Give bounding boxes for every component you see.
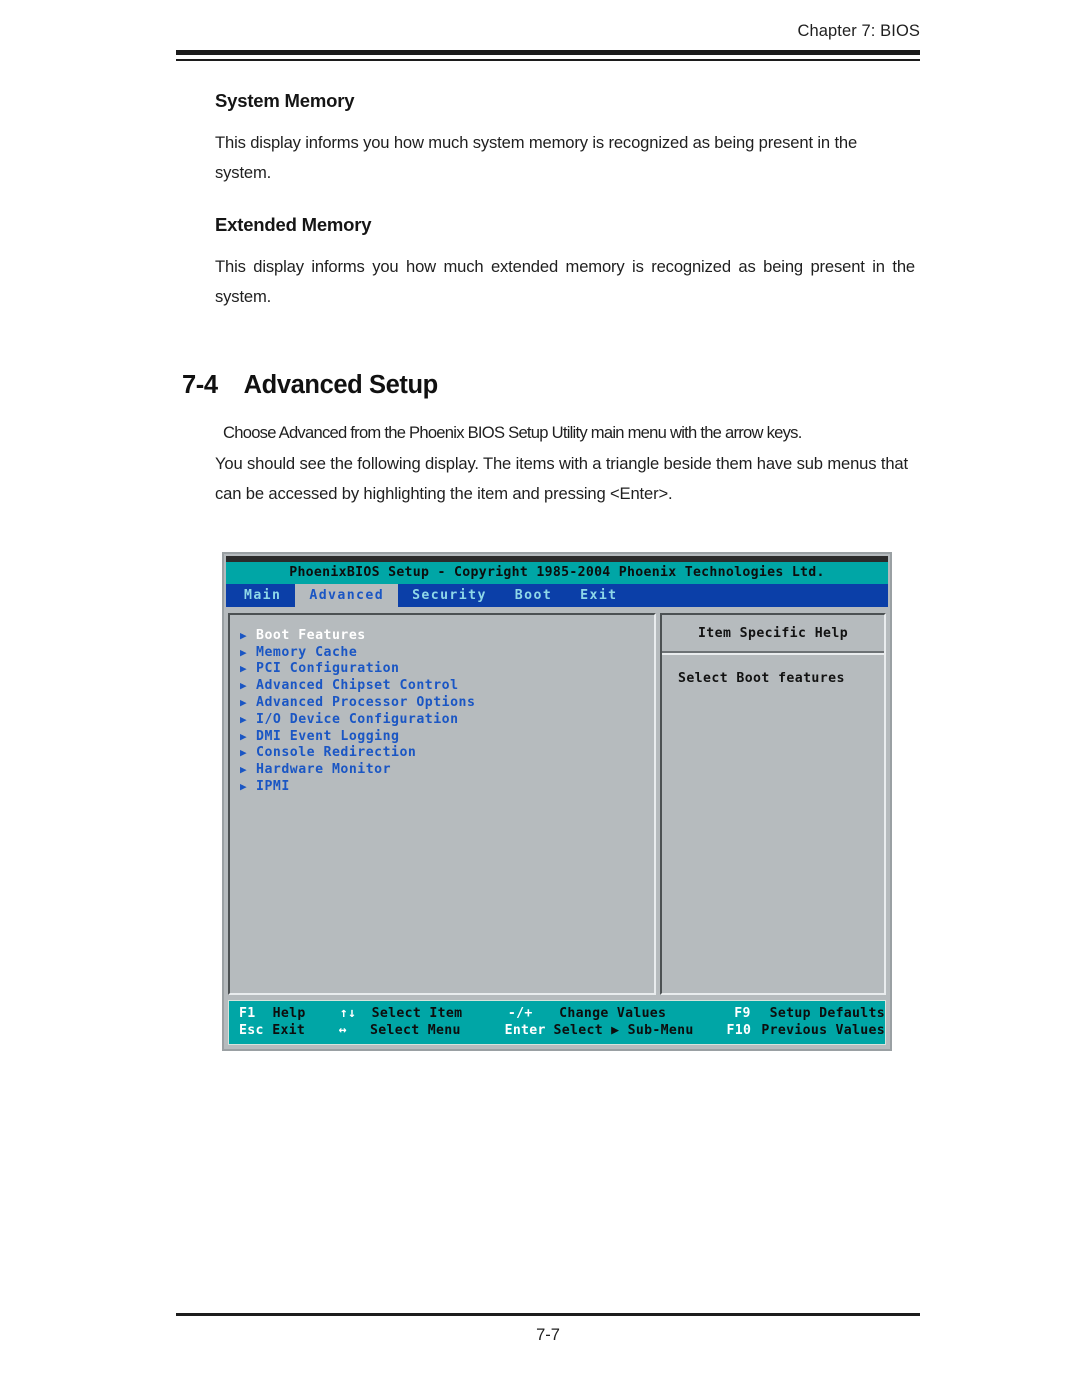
key-f9: F9 bbox=[734, 1006, 751, 1021]
section-paragraph: Choose Advanced from the Phoenix BIOS Se… bbox=[215, 418, 915, 510]
menu-item-label: Memory Cache bbox=[256, 644, 358, 660]
leftright-arrow-icon: ↔ bbox=[338, 1023, 347, 1038]
submenu-triangle-icon: ▶ bbox=[240, 780, 248, 794]
menu-item-advanced-processor-options[interactable]: ▶ Advanced Processor Options bbox=[240, 694, 654, 711]
header-rule-thick bbox=[176, 50, 920, 55]
menu-item-boot-features[interactable]: ▶ Boot Features bbox=[240, 627, 654, 644]
submenu-triangle-icon: ▶ bbox=[240, 712, 248, 726]
bios-menu-bar: Main Advanced Security Boot Exit bbox=[226, 584, 888, 607]
heading-extended-memory: Extended Memory bbox=[215, 214, 372, 235]
header-rule-thin bbox=[176, 59, 920, 61]
menu-item-label: Console Redirection bbox=[256, 745, 417, 761]
tab-main[interactable]: Main bbox=[226, 584, 295, 607]
tab-advanced[interactable]: Advanced bbox=[295, 584, 399, 607]
paragraph-system-memory: This display informs you how much system… bbox=[215, 133, 858, 182]
menu-item-ipmi[interactable]: ▶ IPMI bbox=[240, 778, 654, 795]
action-help: Help bbox=[272, 1006, 306, 1021]
running-head: Chapter 7: BIOS bbox=[797, 22, 920, 40]
paragraph-extended-memory: This display informs you how much extend… bbox=[215, 257, 915, 306]
tab-security[interactable]: Security bbox=[398, 584, 501, 607]
action-previous-values: Previous Values bbox=[761, 1023, 885, 1038]
menu-item-io-device-configuration[interactable]: ▶ I/O Device Configuration bbox=[240, 711, 654, 728]
menu-item-console-redirection[interactable]: ▶ Console Redirection bbox=[240, 745, 654, 762]
menu-item-label: Hardware Monitor bbox=[256, 762, 392, 778]
menu-item-label: I/O Device Configuration bbox=[256, 711, 459, 727]
bios-title-bar: PhoenixBIOS Setup - Copyright 1985-2004 … bbox=[226, 562, 888, 584]
action-change-values: Change Values bbox=[559, 1006, 667, 1021]
key-legend-row-2: Esc Exit ↔ Select Menu Enter Select ▶ Su… bbox=[229, 1022, 885, 1039]
help-pane-title: Item Specific Help bbox=[662, 615, 884, 653]
submenu-triangle-icon: ▶ bbox=[240, 763, 248, 777]
submenu-triangle-icon: ▶ bbox=[240, 628, 248, 642]
submenu-triangle-icon: ▶ bbox=[240, 645, 248, 659]
key-esc: Esc bbox=[239, 1023, 264, 1038]
bios-setup-screenshot: PhoenixBIOS Setup - Copyright 1985-2004 … bbox=[222, 552, 892, 1051]
menu-item-label: PCI Configuration bbox=[256, 661, 400, 677]
submenu-triangle-icon: ▶ bbox=[240, 662, 248, 676]
bios-help-pane: Item Specific Help Select Boot features bbox=[660, 613, 886, 995]
submenu-triangle-icon: ▶ bbox=[240, 696, 248, 710]
menu-item-advanced-chipset-control[interactable]: ▶ Advanced Chipset Control bbox=[240, 677, 654, 694]
heading-system-memory: System Memory bbox=[215, 90, 355, 111]
tab-exit[interactable]: Exit bbox=[566, 584, 631, 607]
page-header: Chapter 7: BIOS bbox=[176, 22, 920, 61]
menu-item-label: Advanced Chipset Control bbox=[256, 678, 459, 694]
section-title: Advanced Setup bbox=[243, 371, 439, 399]
bios-key-legend: F1 Help ↑↓ Select Item -/+ Change Values… bbox=[228, 1000, 886, 1045]
tab-boot[interactable]: Boot bbox=[501, 584, 566, 607]
action-select-item: Select Item bbox=[371, 1006, 463, 1021]
menu-item-label: DMI Event Logging bbox=[256, 728, 400, 744]
section-paragraph-line1: Choose Advanced from the Phoenix BIOS Se… bbox=[223, 423, 802, 442]
key-enter: Enter bbox=[504, 1023, 546, 1038]
key-legend-row-1: F1 Help ↑↓ Select Item -/+ Change Values… bbox=[229, 1005, 885, 1022]
action-setup-defaults: Setup Defaults bbox=[769, 1006, 886, 1021]
section-heading-advanced-setup: 7-4 Advanced Setup bbox=[182, 371, 438, 400]
menu-item-label: Boot Features bbox=[256, 627, 366, 643]
submenu-triangle-icon: ▶ bbox=[240, 729, 248, 743]
menu-item-label: IPMI bbox=[256, 779, 290, 795]
menu-item-dmi-event-logging[interactable]: ▶ DMI Event Logging bbox=[240, 728, 654, 745]
action-exit: Exit bbox=[272, 1023, 306, 1038]
menu-item-hardware-monitor[interactable]: ▶ Hardware Monitor bbox=[240, 761, 654, 778]
help-pane-text: Select Boot features bbox=[678, 671, 845, 686]
action-select-submenu: Select ▶ Sub-Menu bbox=[553, 1023, 694, 1038]
section-number: 7-4 bbox=[182, 371, 218, 399]
menu-item-pci-configuration[interactable]: ▶ PCI Configuration bbox=[240, 661, 654, 678]
bios-content-area: ▶ Boot Features ▶ Memory Cache ▶ PCI Con… bbox=[228, 613, 886, 995]
section-paragraph-rest: You should see the following display. Th… bbox=[215, 453, 908, 504]
page-number: 7-7 bbox=[536, 1326, 560, 1344]
menu-item-label: Advanced Processor Options bbox=[256, 695, 476, 711]
bios-options-pane: ▶ Boot Features ▶ Memory Cache ▶ PCI Con… bbox=[228, 613, 656, 995]
updown-arrow-icon: ↑↓ bbox=[339, 1006, 357, 1021]
footer-rule bbox=[176, 1313, 920, 1316]
submenu-triangle-icon: ▶ bbox=[240, 746, 248, 760]
key-f10: F10 bbox=[726, 1023, 752, 1038]
key-minus-plus: -/+ bbox=[507, 1006, 533, 1021]
menu-item-memory-cache[interactable]: ▶ Memory Cache bbox=[240, 644, 654, 661]
document-body: System Memory This display informs you h… bbox=[215, 90, 915, 312]
action-select-menu: Select Menu bbox=[370, 1023, 461, 1038]
submenu-triangle-icon: ▶ bbox=[240, 679, 248, 693]
key-f1: F1 bbox=[239, 1006, 256, 1021]
